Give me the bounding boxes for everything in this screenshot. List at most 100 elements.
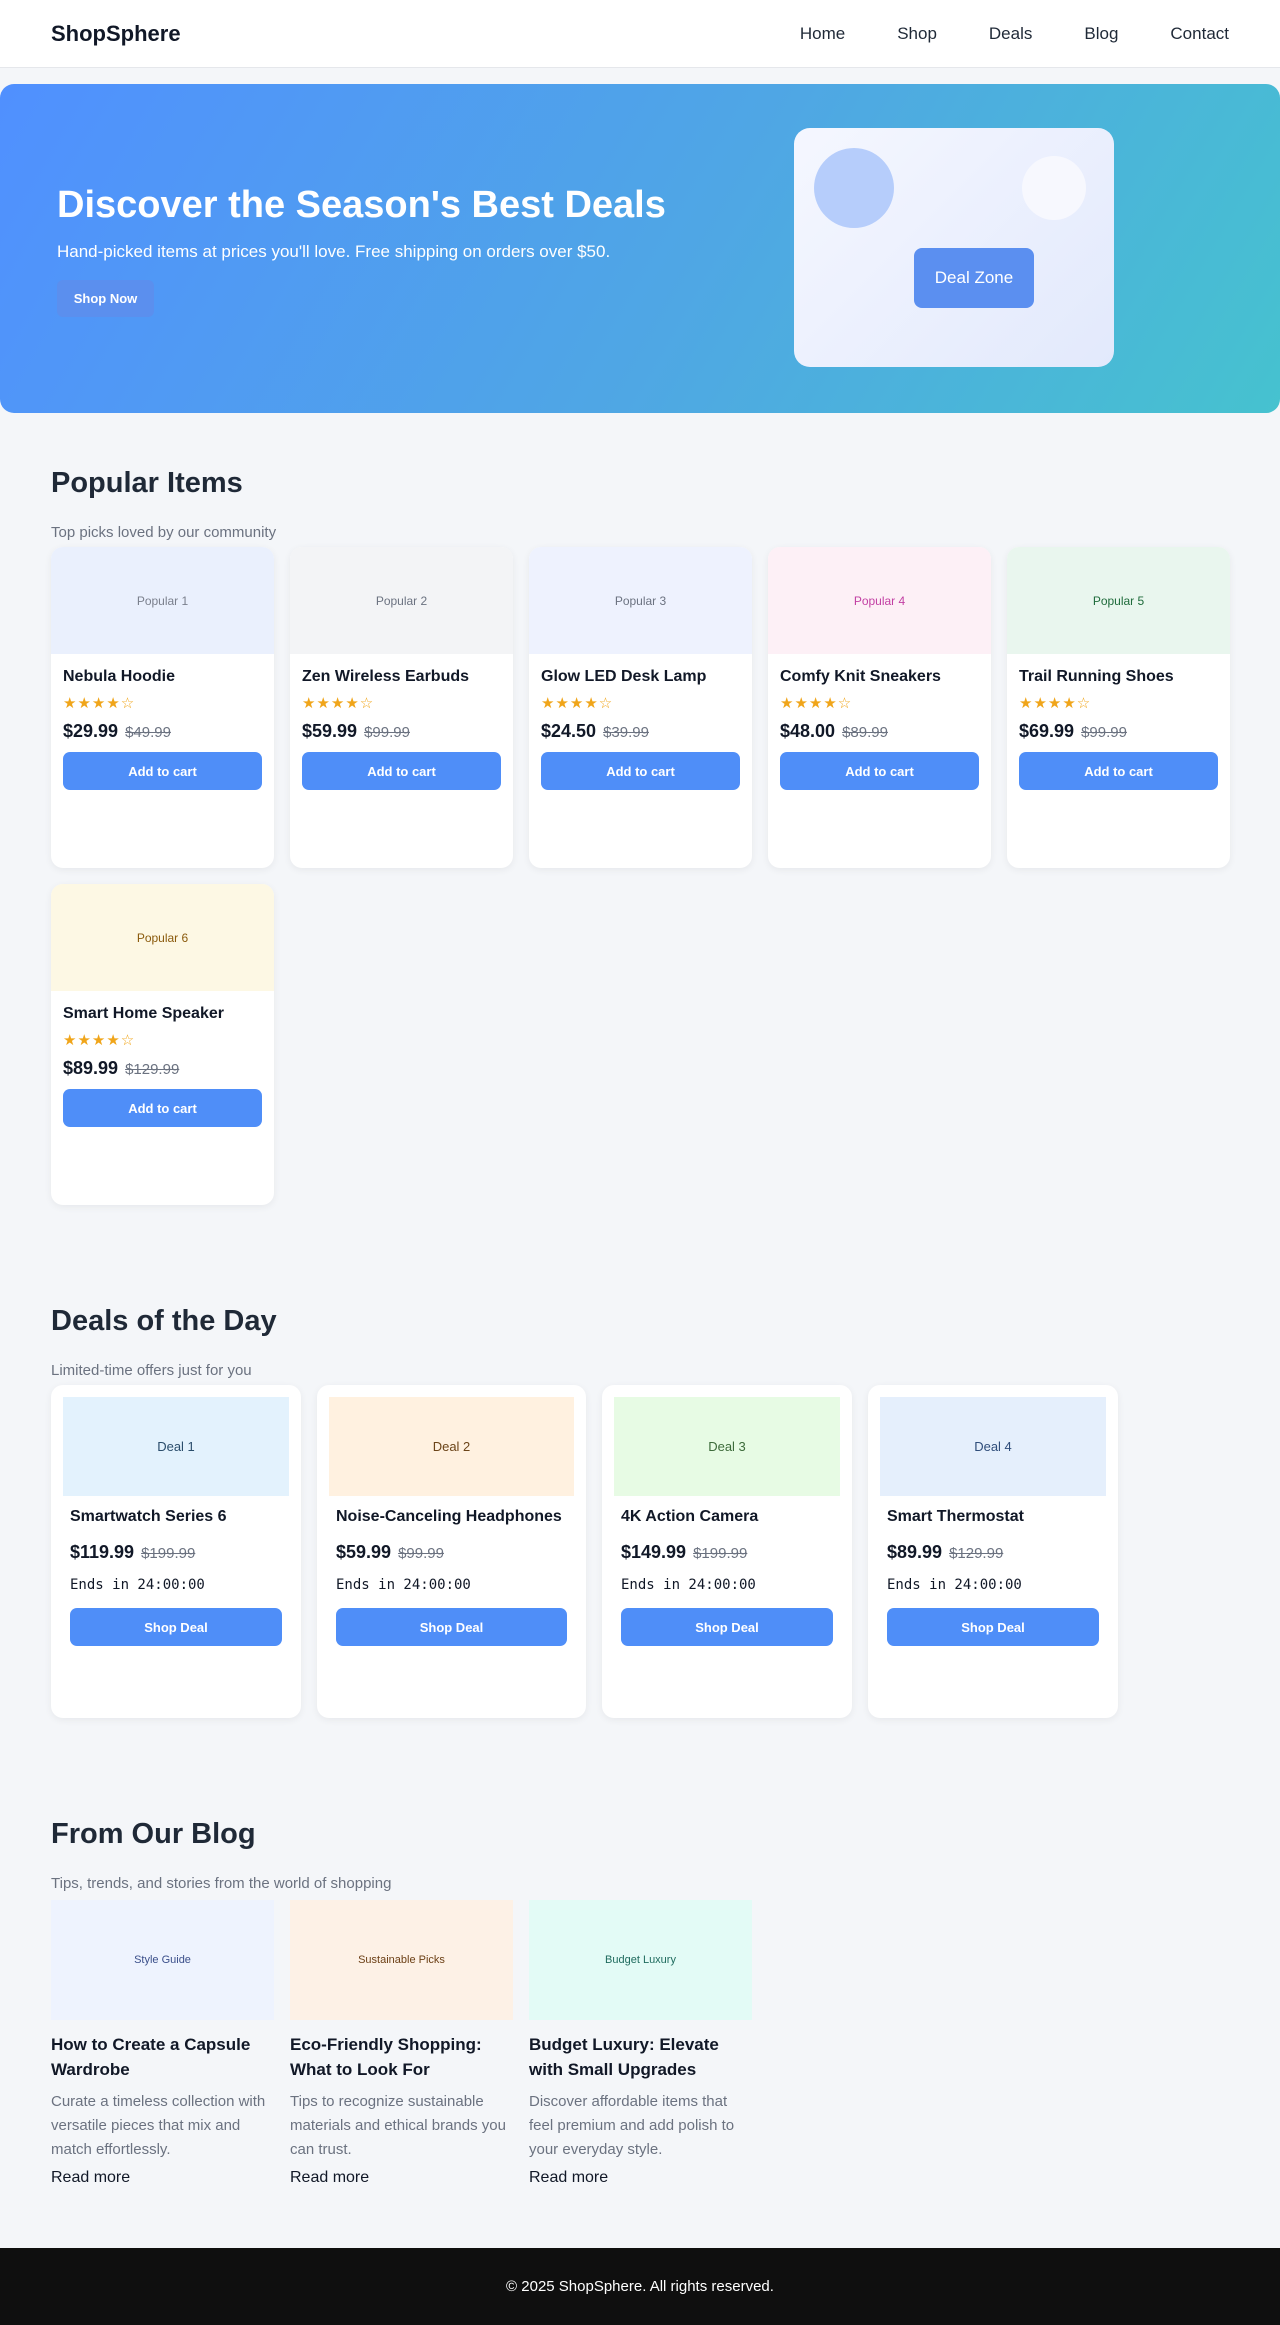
shop-deal-button[interactable]: Shop Deal <box>70 1608 282 1646</box>
original-price: $99.99 <box>1081 724 1127 741</box>
add-to-cart-button[interactable]: Add to cart <box>1019 752 1218 790</box>
add-to-cart-button[interactable]: Add to cart <box>780 752 979 790</box>
section-title: Deals of the Day <box>51 1305 277 1337</box>
blog-excerpt: Discover affordable items that feel prem… <box>529 2093 735 2158</box>
hero-subtitle: Hand-picked items at prices you'll love.… <box>57 242 611 261</box>
star-rating: ★★★★☆ <box>541 695 614 712</box>
countdown-timer: Ends in 24:00:00 <box>336 1577 471 1593</box>
product-name[interactable]: Nebula Hoodie <box>63 668 262 686</box>
add-to-cart-button[interactable]: Add to cart <box>541 752 740 790</box>
current-price: $48.00 <box>780 721 836 741</box>
deal-price: $89.99 <box>887 1542 943 1562</box>
product-image[interactable]: Popular 6 <box>51 884 274 991</box>
price-row: $149.99 $199.99 <box>621 1542 833 1563</box>
deal-image[interactable]: Deal 3 <box>614 1397 840 1496</box>
price-row: $59.99 $99.99 <box>302 721 501 742</box>
star-rating: ★★★★☆ <box>63 1032 136 1049</box>
blog-image[interactable]: Budget Luxury <box>529 1900 752 2020</box>
shop-deal-button[interactable]: Shop Deal <box>887 1608 1099 1646</box>
current-price: $69.99 <box>1019 721 1075 741</box>
price-row: $89.99 $129.99 <box>63 1058 262 1079</box>
blog-excerpt: Curate a timeless collection with versat… <box>51 2093 266 2158</box>
blog-card: Style Guide How to Create a Capsule Wardr… <box>51 1900 274 2187</box>
product-card: Popular 5 Trail Running Shoes ★★★★☆ $69.99 $… <box>1007 547 1230 868</box>
section-subtitle: Limited-time offers just for you <box>51 1362 252 1379</box>
product-image[interactable]: Popular 2 <box>290 547 513 654</box>
deal-image[interactable]: Deal 2 <box>329 1397 574 1496</box>
blog-title[interactable]: Budget Luxury: Elevate with Small Upgrad… <box>529 2032 752 2082</box>
deal-name[interactable]: 4K Action Camera <box>621 1508 833 1526</box>
product-card: Popular 1 Nebula Hoodie ★★★★☆ $29.99 $49.99 A… <box>51 547 274 868</box>
deal-card: Deal 1 Smartwatch Series 6 $119.99 $199.99 E… <box>51 1385 301 1718</box>
deal-card-body: Noise-Canceling Headphones $59.99 $99.99 En… <box>329 1496 574 1646</box>
shop-now-button[interactable]: Shop Now <box>57 280 154 317</box>
original-price: $99.99 <box>364 724 410 741</box>
product-image[interactable]: Popular 4 <box>768 547 991 654</box>
product-name[interactable]: Comfy Knit Sneakers <box>780 668 979 686</box>
blog-title[interactable]: Eco-Friendly Shopping: What to Look For <box>290 2032 513 2082</box>
star-rating: ★★★★☆ <box>302 695 375 712</box>
original-price: $129.99 <box>949 1545 1004 1562</box>
price-row: $119.99 $199.99 <box>70 1542 282 1563</box>
deal-image[interactable]: Deal 4 <box>880 1397 1106 1496</box>
star-rating: ★★★★☆ <box>63 695 136 712</box>
blog-card: Budget Luxury Budget Luxury: Elevate with… <box>529 1900 752 2187</box>
deal-card-body: 4K Action Camera $149.99 $199.99 Ends in 24… <box>614 1496 840 1646</box>
blog-excerpt: Tips to recognize sustainable materials … <box>290 2093 506 2158</box>
section-subtitle: Top picks loved by our community <box>51 524 277 541</box>
main-nav: Home Shop Deals Blog Contact <box>748 24 1229 44</box>
deal-name[interactable]: Noise-Canceling Headphones <box>336 1508 567 1526</box>
deal-card-body: Smart Thermostat $89.99 $129.99 Ends in 24:… <box>880 1496 1106 1646</box>
popular-items-section: Popular Items Top picks loved by our com… <box>0 467 1280 1205</box>
add-to-cart-button[interactable]: Add to cart <box>63 752 262 790</box>
product-name[interactable]: Smart Home Speaker <box>63 1005 262 1023</box>
price-row: $69.99 $99.99 <box>1019 721 1218 742</box>
deals-grid: Deal 1 Smartwatch Series 6 $119.99 $199.99 E… <box>51 1385 1229 1718</box>
add-to-cart-button[interactable]: Add to cart <box>302 752 501 790</box>
product-card: Popular 6 Smart Home Speaker ★★★★☆ $89.99 $1… <box>51 884 274 1205</box>
deal-image[interactable]: Deal 1 <box>63 1397 289 1496</box>
product-name[interactable]: Zen Wireless Earbuds <box>302 668 501 686</box>
deal-name[interactable]: Smart Thermostat <box>887 1508 1099 1526</box>
original-price: $49.99 <box>125 724 171 741</box>
product-image[interactable]: Popular 5 <box>1007 547 1230 654</box>
blog-image[interactable]: Sustainable Picks <box>290 1900 513 2020</box>
original-price: $129.99 <box>125 1061 180 1078</box>
blog-card: Sustainable Picks Eco-Friendly Shopping: … <box>290 1900 513 2187</box>
site-header: ShopSphere Home Shop Deals Blog Contact <box>0 0 1280 68</box>
product-name[interactable]: Trail Running Shoes <box>1019 668 1218 686</box>
nav-blog[interactable]: Blog <box>1084 24 1118 44</box>
deal-price: $59.99 <box>336 1542 392 1562</box>
section-title: From Our Blog <box>51 1818 256 1850</box>
original-price: $99.99 <box>398 1545 444 1562</box>
hero-banner: Discover the Season's Best Deals Hand-pi… <box>0 84 1280 413</box>
shop-deal-button[interactable]: Shop Deal <box>621 1608 833 1646</box>
countdown-timer: Ends in 24:00:00 <box>887 1577 1022 1593</box>
blog-title[interactable]: How to Create a Capsule Wardrobe <box>51 2032 274 2082</box>
section-title: Popular Items <box>51 467 243 499</box>
brand-logo[interactable]: ShopSphere <box>51 21 181 47</box>
read-more-link[interactable]: Read more <box>51 2169 274 2187</box>
star-rating: ★★★★☆ <box>1019 695 1092 712</box>
current-price: $89.99 <box>63 1058 119 1078</box>
shop-deal-button[interactable]: Shop Deal <box>336 1608 567 1646</box>
price-row: $59.99 $99.99 <box>336 1542 567 1563</box>
blog-image[interactable]: Style Guide <box>51 1900 274 2020</box>
nav-home[interactable]: Home <box>800 24 845 44</box>
nav-deals[interactable]: Deals <box>989 24 1032 44</box>
product-image[interactable]: Popular 1 <box>51 547 274 654</box>
read-more-link[interactable]: Read more <box>529 2169 752 2187</box>
product-image[interactable]: Popular 3 <box>529 547 752 654</box>
product-grid: Popular 1 Nebula Hoodie ★★★★☆ $29.99 $49.99 A… <box>51 547 1230 1205</box>
read-more-link[interactable]: Read more <box>290 2169 513 2187</box>
nav-shop[interactable]: Shop <box>897 24 937 44</box>
price-row: $89.99 $129.99 <box>887 1542 1099 1563</box>
countdown-timer: Ends in 24:00:00 <box>621 1577 756 1593</box>
decorative-circle <box>814 148 894 228</box>
deal-zone-badge[interactable]: Deal Zone <box>914 248 1034 308</box>
add-to-cart-button[interactable]: Add to cart <box>63 1089 262 1127</box>
current-price: $59.99 <box>302 721 358 741</box>
product-name[interactable]: Glow LED Desk Lamp <box>541 668 740 686</box>
deal-name[interactable]: Smartwatch Series 6 <box>70 1508 282 1526</box>
nav-contact[interactable]: Contact <box>1170 24 1229 44</box>
